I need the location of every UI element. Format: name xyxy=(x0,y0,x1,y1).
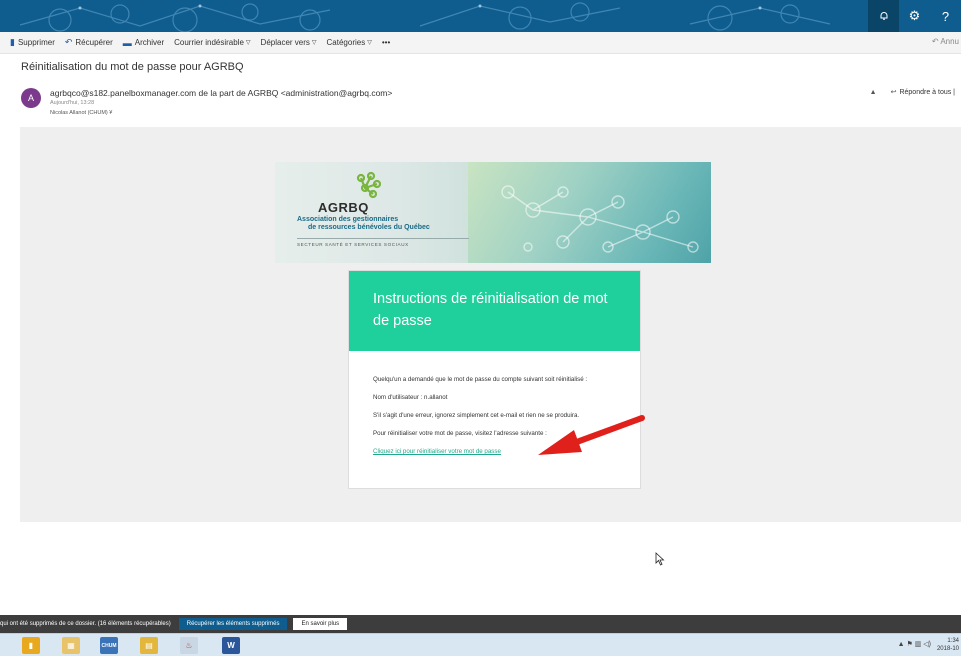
card-line-visit: Pour réinitialiser votre mot de passe, v… xyxy=(373,430,547,437)
clock-date: 2018-10 xyxy=(936,646,959,652)
notification-bell-icon[interactable] xyxy=(868,0,899,32)
archive-button[interactable]: ▬ Archiver xyxy=(123,38,164,48)
windows-taskbar: ▮ ▦ CHUM ▤ ♨ W ▲ ⚑ ▥ ◁) 1:34 2018-10 xyxy=(0,633,961,656)
recover-deleted-items-button[interactable]: Récupérer les éléments supprimés xyxy=(178,618,288,630)
move-to-dropdown[interactable]: Déplacer vers ▽ xyxy=(261,38,317,47)
command-toolbar: ▮ Supprimer ↶ Récupérer ▬ Archiver Courr… xyxy=(0,32,961,54)
move-label: Déplacer vers xyxy=(260,38,310,47)
mouse-cursor-icon xyxy=(655,552,665,566)
association-line-1: Association des gestionnaires xyxy=(297,216,399,223)
undo-label: Annu xyxy=(940,37,959,46)
card-line-username: Nom d'utilisateur : n.allanot xyxy=(373,394,448,401)
card-title: Instructions de réinitialisation de mot … xyxy=(349,271,640,351)
tray-network-icon[interactable]: ▥ xyxy=(915,641,922,648)
chevron-down-icon: ▽ xyxy=(311,40,317,46)
trash-icon: ▮ xyxy=(10,37,15,47)
reply-all-icon: ↩ xyxy=(890,89,897,96)
tray-flag-icon[interactable]: ⚑ xyxy=(906,641,912,648)
archive-box-icon: ▬ xyxy=(122,37,132,48)
like-icon[interactable]: ▲ xyxy=(870,89,877,96)
delete-label: Supprimer xyxy=(17,38,55,47)
tray-expand-icon[interactable]: ▲ xyxy=(898,641,905,648)
categories-label: Catégories xyxy=(326,38,366,47)
word-app-label: W xyxy=(227,641,235,650)
card-line-request: Quelqu'un a demandé que le mot de passe … xyxy=(373,376,588,383)
email-subject: Réinitialisation du mot de passe pour AG… xyxy=(21,61,244,73)
junk-dropdown[interactable]: Courrier indésirable ▽ xyxy=(174,38,250,47)
archive-label: Archiver xyxy=(134,38,165,47)
recover-label: Récupérer xyxy=(75,38,113,47)
chevron-down-icon: ▽ xyxy=(367,40,372,46)
association-line-2: de ressources bénévoles du Québec xyxy=(308,224,430,231)
categories-dropdown[interactable]: Catégories ▽ xyxy=(327,38,372,47)
junk-label: Courrier indésirable xyxy=(174,38,244,47)
undo-arrow-icon: ↶ xyxy=(64,37,73,47)
word-app-icon[interactable]: W xyxy=(222,637,240,654)
settings-gear-icon[interactable]: ⚙ xyxy=(899,0,930,32)
system-tray: ▲ ⚑ ▥ ◁) xyxy=(898,640,931,648)
learn-more-button[interactable]: En savoir plus xyxy=(293,618,348,630)
sector-label: SECTEUR SANTÉ ET SERVICES SOCIAUX xyxy=(297,242,409,247)
undo-icon: ↶ xyxy=(931,37,939,46)
chum-app-label: CHUM xyxy=(101,642,117,649)
agrbq-logo-text: AGRBQ xyxy=(318,200,369,215)
file-explorer-icon[interactable]: ▮ xyxy=(22,637,40,654)
molecule-decoration xyxy=(501,185,699,253)
agrbq-banner: AGRBQ Association des gestionnaires de r… xyxy=(275,162,711,263)
system-clock[interactable]: 1:34 2018-10 xyxy=(937,637,959,653)
reply-actions: ▲ ↩ Répondre à tous | xyxy=(870,88,955,97)
deleted-items-notification: qui ont été supprimés de ce dossier. (16… xyxy=(0,615,961,633)
java-app-icon[interactable]: ♨ xyxy=(180,637,198,654)
folder-app-icon[interactable]: ▤ xyxy=(140,637,158,654)
notification-message: qui ont été supprimés de ce dossier. (16… xyxy=(0,621,171,627)
chum-app-icon[interactable]: CHUM xyxy=(100,637,118,654)
recover-button[interactable]: ↶ Récupérer xyxy=(65,37,113,48)
reset-password-link[interactable]: Cliquez ici pour réinitialiser votre mot… xyxy=(373,448,501,455)
email-recipient[interactable]: Nicolas Allanot (CHUM) ¥ xyxy=(50,110,112,116)
delete-button[interactable]: ▮ Supprimer xyxy=(10,37,55,48)
banner-divider xyxy=(297,238,469,239)
clock-time: 1:34 xyxy=(947,638,959,644)
sender-address[interactable]: agrbqco@s182.panelboxmanager.com de la p… xyxy=(50,88,392,98)
banner-right-panel xyxy=(468,162,711,263)
more-label: ••• xyxy=(381,38,391,47)
reply-all-button[interactable]: Répondre à tous | xyxy=(899,89,955,96)
calculator-app-icon[interactable]: ▦ xyxy=(62,637,80,654)
email-date: Aujourd'hui, 13:28 xyxy=(50,100,95,106)
banner-pattern xyxy=(19,2,831,32)
tray-volume-icon[interactable]: ◁) xyxy=(923,641,931,648)
sender-avatar[interactable]: A xyxy=(21,88,41,108)
help-icon[interactable]: ? xyxy=(930,0,961,32)
undo-button[interactable]: ↶ Annu xyxy=(932,37,959,46)
more-actions-button[interactable]: ••• xyxy=(382,38,390,47)
agrbq-logo-icon xyxy=(356,171,382,199)
top-banner: ⚙ ? xyxy=(0,0,961,32)
chevron-down-icon: ▽ xyxy=(245,40,251,46)
red-arrow-annotation xyxy=(538,415,645,455)
